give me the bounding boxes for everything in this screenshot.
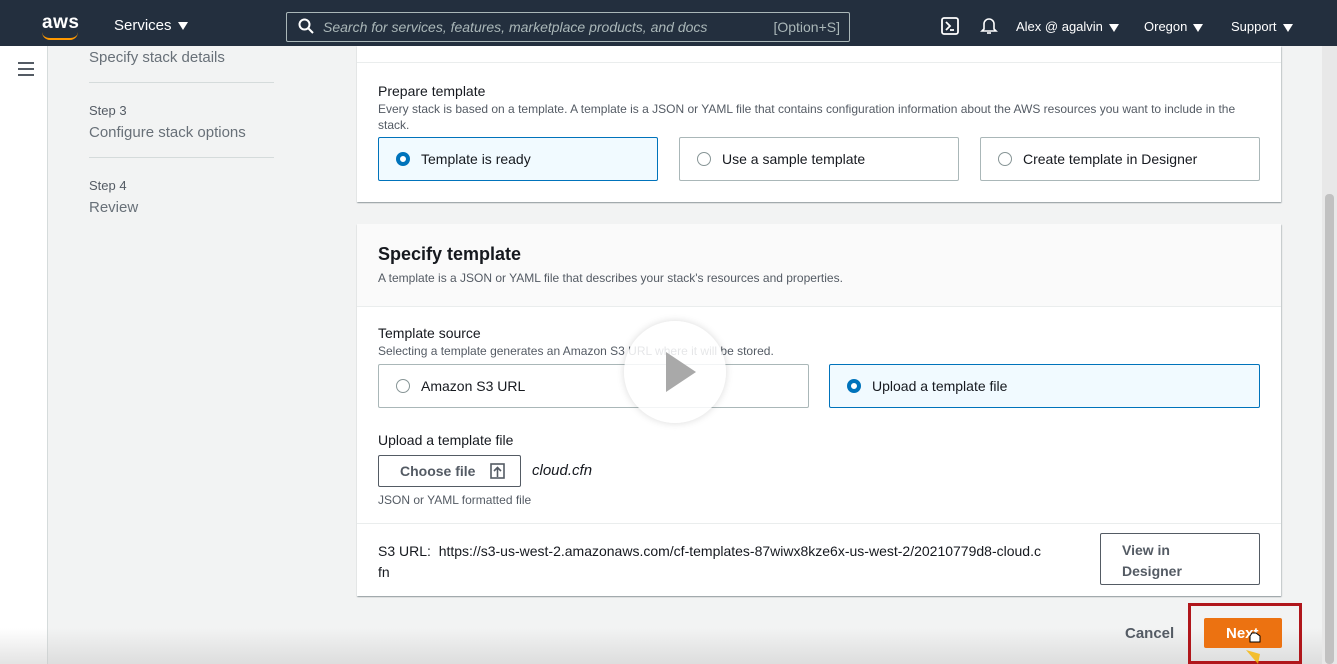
account-menu[interactable]: Alex @ agalvin — [1016, 19, 1119, 34]
caret-down-icon — [177, 22, 188, 31]
search-icon — [298, 18, 314, 34]
cancel-button[interactable]: Cancel — [1125, 625, 1174, 642]
search-input[interactable]: Search for services, features, marketpla… — [286, 12, 850, 42]
region-label: Oregon — [1144, 19, 1188, 34]
view-in-designer-button[interactable]: View in Designer — [1100, 533, 1260, 585]
cloudshell-icon[interactable] — [941, 17, 959, 35]
support-label: Support — [1231, 19, 1277, 34]
amazon-s3-url-option[interactable]: Amazon S3 URL — [378, 364, 809, 408]
wizard-divider — [89, 82, 274, 83]
specify-template-description: A template is a JSON or YAML file that d… — [378, 271, 843, 285]
region-menu[interactable]: Oregon — [1144, 19, 1204, 34]
option-label: Amazon S3 URL — [421, 378, 526, 394]
panel-header — [357, 224, 1281, 307]
template-source-title: Template source — [378, 325, 481, 341]
hamburger-menu-icon[interactable] — [18, 62, 34, 80]
panel-divider — [357, 62, 1281, 63]
search-shortcut: [Option+S] — [773, 19, 840, 35]
specify-template-title: Specify template — [378, 244, 522, 264]
option-label: Use a sample template — [722, 151, 866, 167]
next-button[interactable]: Next — [1204, 618, 1282, 648]
wizard-step-2-title[interactable]: Specify stack details — [89, 49, 225, 66]
panel-divider — [357, 523, 1281, 524]
prepare-template-title: Prepare template — [378, 83, 486, 99]
choose-file-label: Choose file — [400, 463, 476, 479]
upload-icon — [490, 463, 505, 479]
wizard-divider — [89, 157, 274, 158]
s3-url-value-line1: https://s3-us-west-2.amazonaws.com/cf-te… — [438, 543, 1041, 559]
s3-url-label: S3 URL: — [378, 543, 431, 559]
option-label: Template is ready — [421, 151, 531, 167]
prepare-template-panel: Prepare template Every stack is based on… — [357, 46, 1281, 202]
radio-unselected-icon — [697, 152, 711, 166]
wizard-step-4-label: Step 4 — [89, 178, 127, 193]
wizard-step-3-label: Step 3 — [89, 103, 127, 118]
wizard-step-4-title[interactable]: Review — [89, 199, 138, 216]
search-placeholder: Search for services, features, marketpla… — [323, 19, 708, 35]
notifications-bell-icon[interactable] — [980, 16, 998, 34]
prepare-template-description: Every stack is based on a template. A te… — [378, 102, 1236, 132]
specify-template-panel: Specify template A template is a JSON or… — [357, 224, 1281, 596]
upload-template-file-option[interactable]: Upload a template file — [829, 364, 1260, 408]
selected-filename: cloud.cfn — [532, 462, 593, 479]
radio-selected-icon — [847, 379, 861, 393]
video-play-button[interactable] — [624, 321, 726, 423]
mouse-cursor-icon — [1246, 632, 1261, 664]
support-menu[interactable]: Support — [1231, 19, 1293, 34]
scroll-thumb[interactable] — [1325, 194, 1334, 664]
account-label: Alex @ agalvin — [1016, 19, 1103, 34]
services-label: Services — [114, 17, 172, 34]
sidebar-rail — [0, 46, 48, 664]
services-menu[interactable]: Services — [114, 17, 188, 34]
s3-url-value-line2: fn — [378, 564, 390, 580]
choose-file-button[interactable]: Choose file — [378, 455, 521, 487]
option-label: Create template in Designer — [1023, 151, 1198, 167]
caret-down-icon — [1108, 23, 1119, 32]
top-navigation: aws Services Search for services, featur… — [0, 0, 1337, 46]
use-sample-template-option[interactable]: Use a sample template — [679, 137, 959, 181]
s3-url-text: S3 URL: https://s3-us-west-2.amazonaws.c… — [378, 541, 1102, 583]
upload-file-title: Upload a template file — [378, 432, 514, 448]
option-label: Upload a template file — [872, 378, 1008, 394]
play-icon — [666, 352, 696, 392]
upload-hint: JSON or YAML formatted file — [378, 493, 532, 507]
view-in-label: View in — [1122, 542, 1170, 558]
page-scrollbar[interactable] — [1322, 46, 1337, 664]
template-is-ready-option[interactable]: Template is ready — [378, 137, 658, 181]
wizard-step-3-title[interactable]: Configure stack options — [89, 124, 246, 141]
designer-label: Designer — [1122, 563, 1182, 579]
radio-unselected-icon — [998, 152, 1012, 166]
aws-logo[interactable]: aws — [42, 12, 79, 34]
caret-down-icon — [1282, 23, 1293, 32]
aws-smile-icon — [42, 32, 78, 40]
radio-selected-icon — [396, 152, 410, 166]
create-in-designer-option[interactable]: Create template in Designer — [980, 137, 1260, 181]
caret-down-icon — [1193, 23, 1204, 32]
radio-unselected-icon — [396, 379, 410, 393]
